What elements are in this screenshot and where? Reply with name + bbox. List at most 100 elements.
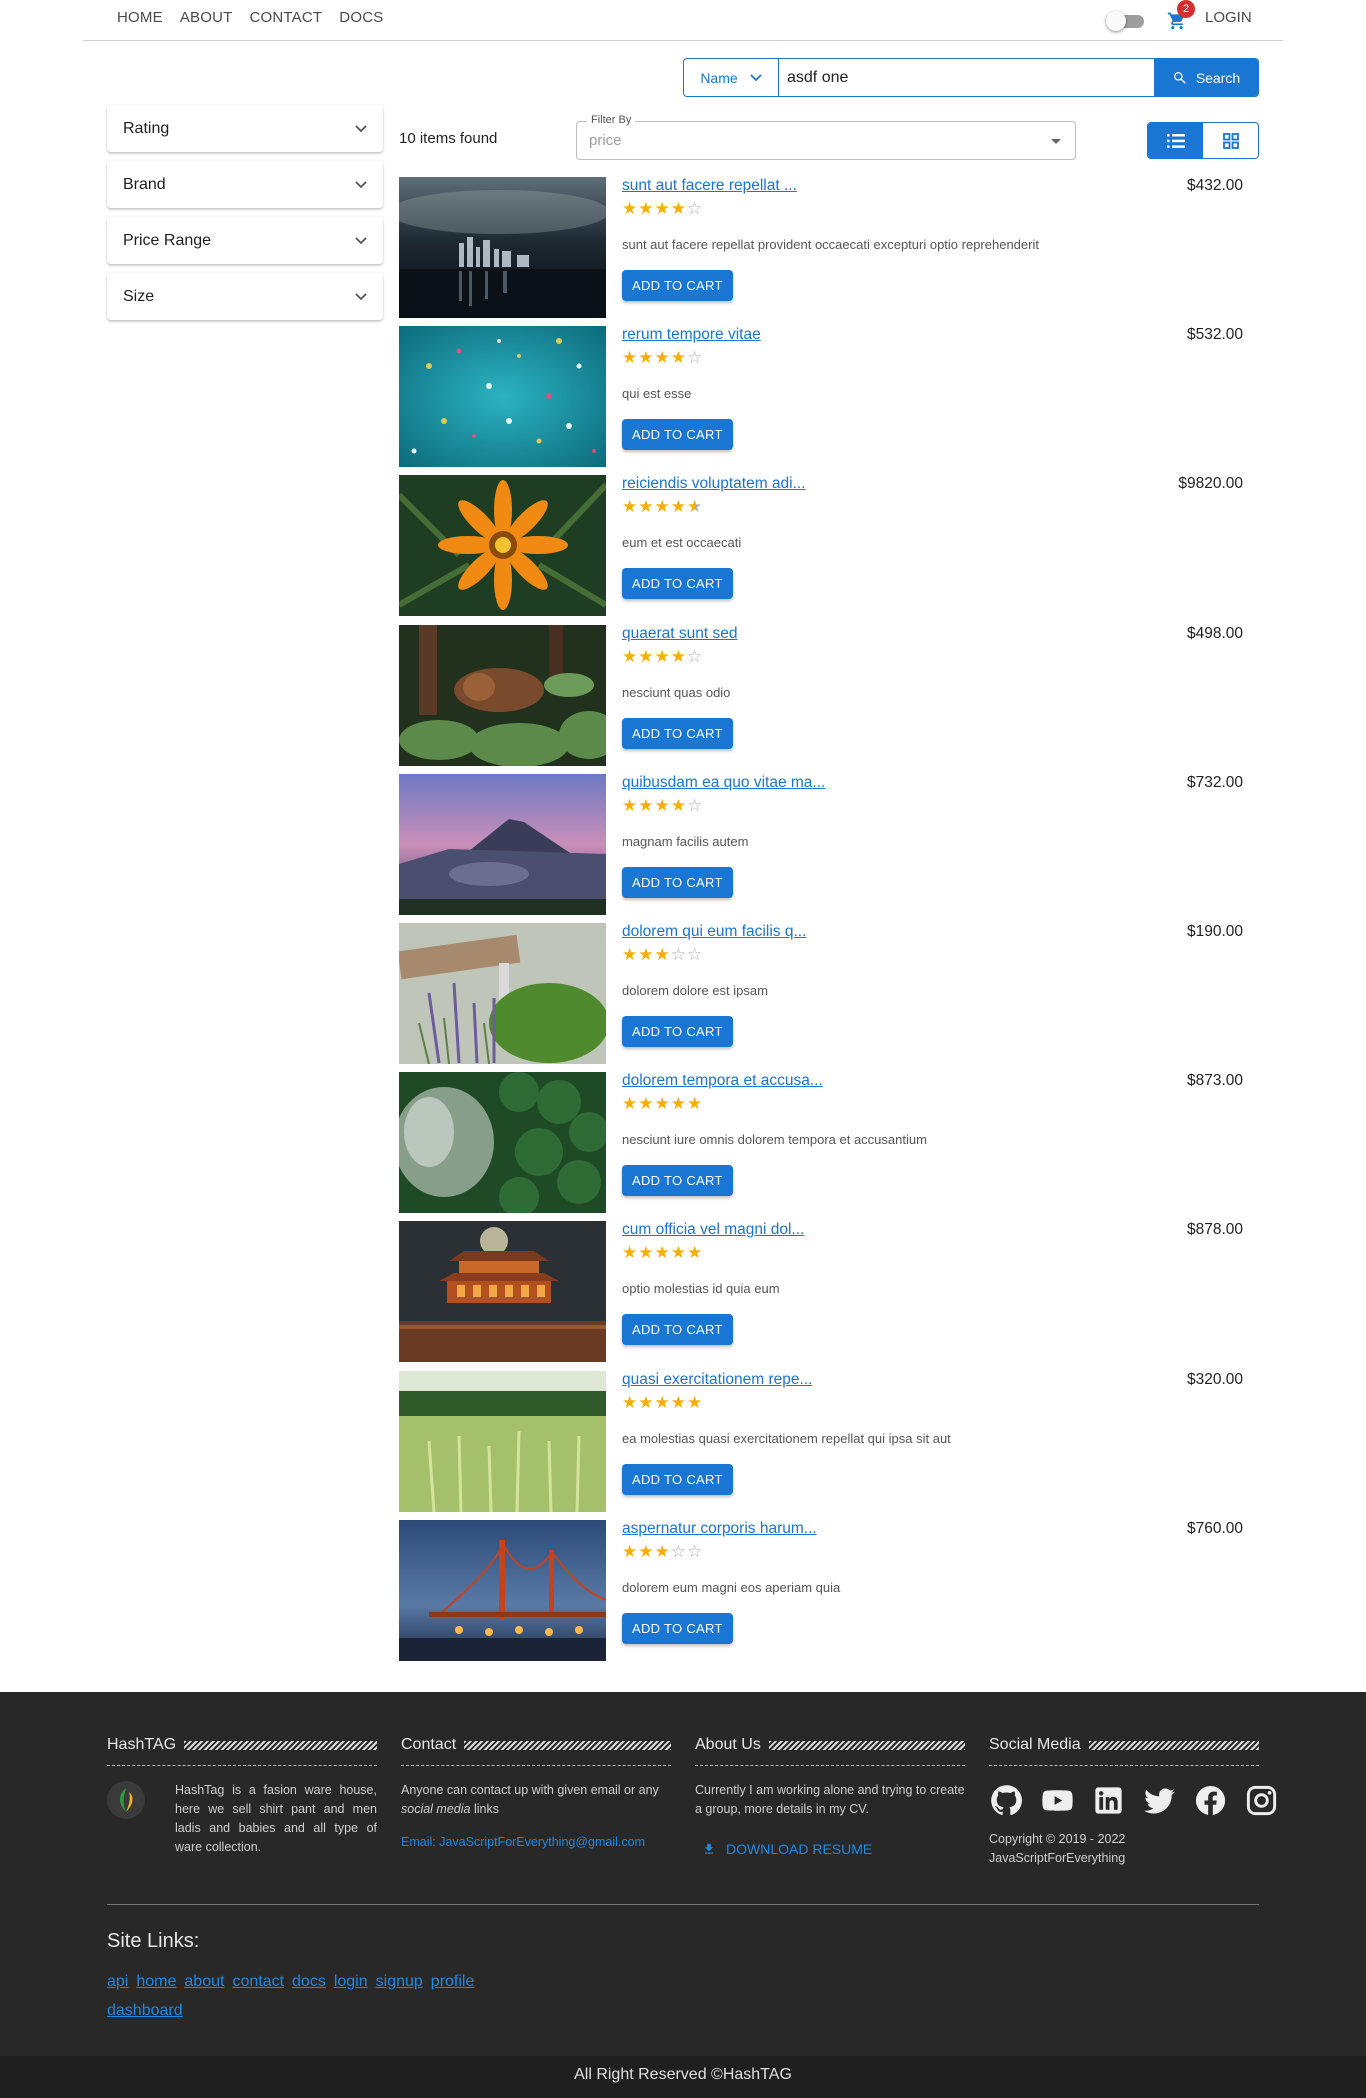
- facebook-icon[interactable]: [1193, 1783, 1228, 1818]
- product-item: reiciendis voluptatem adi... ★★★★★ eum e…: [399, 475, 1243, 624]
- product-title-link[interactable]: quibusdam ea quo vitae ma...: [622, 774, 825, 792]
- contact-text-end: links: [473, 1802, 499, 1816]
- product-image[interactable]: [399, 326, 606, 468]
- filter-price-range-accordion[interactable]: Price Range: [107, 217, 383, 264]
- search-button-label: Search: [1195, 69, 1241, 86]
- site-link-about[interactable]: about: [184, 1973, 224, 1991]
- product-description: magnam facilis autem: [622, 833, 749, 849]
- product-image[interactable]: [399, 1221, 606, 1363]
- site-links: api home about contact docs login signup…: [107, 1973, 507, 2020]
- product-item: sunt aut facere repellat ... ★★★★☆ sunt …: [399, 177, 1243, 326]
- product-price: $498.00: [1186, 624, 1243, 642]
- top-navbar: HOME ABOUT CONTACT DOCS 2 LOGIN: [83, 0, 1283, 41]
- product-image[interactable]: [399, 177, 606, 318]
- search-input[interactable]: [779, 59, 1154, 96]
- list-view-button[interactable]: [1148, 123, 1203, 158]
- filter-by-label: Filter By: [587, 114, 636, 126]
- filter-rating-accordion[interactable]: Rating: [107, 105, 383, 152]
- filter-brand-accordion[interactable]: Brand: [107, 161, 383, 208]
- list-view-icon: [1166, 133, 1185, 148]
- product-image[interactable]: [399, 773, 606, 915]
- product-rating: ★★★★★: [622, 1094, 704, 1114]
- youtube-icon[interactable]: [1040, 1783, 1075, 1818]
- heading-stripe: [768, 1740, 965, 1750]
- add-to-cart-button[interactable]: ADD TO CART: [622, 1463, 733, 1495]
- product-image[interactable]: [399, 475, 606, 617]
- site-link-contact[interactable]: contact: [232, 1973, 284, 1991]
- nav-docs-link[interactable]: DOCS: [339, 9, 383, 26]
- footer-email-link[interactable]: Email: JavaScriptForEverything@gmail.com: [401, 1835, 671, 1849]
- site-link-profile[interactable]: profile: [431, 1973, 475, 1991]
- divider: [989, 1765, 1259, 1766]
- product-price: $9820.00: [1178, 475, 1243, 493]
- divider: [401, 1765, 671, 1766]
- linkedin-icon[interactable]: [1091, 1783, 1126, 1818]
- nav-contact-link[interactable]: CONTACT: [250, 9, 323, 26]
- filter-size-accordion[interactable]: Size: [107, 273, 383, 320]
- product-title-link[interactable]: reiciendis voluptatem adi...: [622, 475, 806, 493]
- site-link-api[interactable]: api: [107, 1973, 128, 1991]
- product-title-link[interactable]: rerum tempore vitae: [622, 326, 761, 344]
- social-icons: [989, 1783, 1277, 1818]
- product-image[interactable]: [399, 922, 606, 1064]
- footer-about-text: Currently I am working alone and trying …: [695, 1783, 965, 1816]
- product-image[interactable]: [399, 1072, 606, 1214]
- nav-about-link[interactable]: ABOUT: [180, 9, 233, 26]
- product-title-link[interactable]: quaerat sunt sed: [622, 625, 737, 643]
- product-title-link[interactable]: dolorem qui eum facilis q...: [622, 923, 806, 941]
- login-button[interactable]: LOGIN: [1205, 9, 1252, 26]
- filter-by-select[interactable]: Filter By price: [576, 114, 1076, 160]
- product-image[interactable]: [399, 1370, 606, 1512]
- add-to-cart-button[interactable]: ADD TO CART: [622, 1165, 733, 1197]
- add-to-cart-button[interactable]: ADD TO CART: [622, 717, 733, 749]
- twitter-icon[interactable]: [1142, 1783, 1177, 1818]
- product-image[interactable]: [399, 624, 606, 766]
- accordion-label: Rating: [123, 119, 170, 137]
- product-title-link[interactable]: dolorem tempora et accusa...: [622, 1072, 823, 1090]
- product-price: $432.00: [1186, 177, 1243, 194]
- product-price: $732.00: [1186, 773, 1243, 791]
- product-description: dolorem eum magni eos aperiam quia: [622, 1579, 841, 1595]
- nav-home-link[interactable]: HOME: [117, 9, 163, 26]
- grid-view-icon: [1222, 132, 1239, 149]
- heading-stripe: [464, 1740, 671, 1750]
- site-link-docs[interactable]: docs: [292, 1973, 326, 1991]
- copyright-years: Copyright © 2019 - 2022: [989, 1832, 1126, 1846]
- site-link-login[interactable]: login: [334, 1973, 368, 1991]
- search-button[interactable]: Search: [1154, 59, 1258, 96]
- add-to-cart-button[interactable]: ADD TO CART: [622, 568, 733, 600]
- theme-toggle-switch[interactable]: [1106, 11, 1144, 31]
- footer-social-column: Social Media Copyright © 2019 - 2022 Jav…: [989, 1736, 1277, 1868]
- divider: [107, 1765, 377, 1766]
- add-to-cart-button[interactable]: ADD TO CART: [622, 1314, 733, 1346]
- product-title-link[interactable]: aspernatur corporis harum...: [622, 1520, 817, 1538]
- add-to-cart-button[interactable]: ADD TO CART: [622, 866, 733, 898]
- search-type-select[interactable]: Name: [684, 59, 779, 96]
- product-rating: ★★★★☆: [622, 646, 704, 666]
- product-rating: ★★★★★: [622, 1392, 704, 1412]
- add-to-cart-button[interactable]: ADD TO CART: [622, 419, 733, 451]
- cart-button[interactable]: 2: [1163, 0, 1195, 34]
- heading-text: Contact: [401, 1736, 457, 1753]
- grid-view-button[interactable]: [1203, 123, 1258, 158]
- product-title-link[interactable]: cum officia vel magni dol...: [622, 1221, 804, 1239]
- site-link-home[interactable]: home: [136, 1973, 176, 1991]
- instagram-icon[interactable]: [1244, 1783, 1279, 1818]
- search-icon: [1173, 71, 1186, 84]
- accordion-label: Brand: [123, 175, 166, 193]
- product-price: $190.00: [1186, 922, 1243, 940]
- download-icon: [704, 1843, 714, 1854]
- accordion-label: Price Range: [123, 231, 212, 249]
- add-to-cart-button[interactable]: ADD TO CART: [622, 1015, 733, 1047]
- product-title-link[interactable]: quasi exercitationem repe...: [622, 1371, 812, 1389]
- download-resume-button[interactable]: DOWNLOAD RESUME: [702, 1841, 965, 1857]
- product-item: cum officia vel magni dol... ★★★★★ optio…: [399, 1221, 1243, 1370]
- github-icon[interactable]: [989, 1783, 1024, 1818]
- site-link-signup[interactable]: signup: [376, 1973, 423, 1991]
- product-title-link[interactable]: sunt aut facere repellat ...: [622, 177, 797, 195]
- product-rating: ★★★★☆: [622, 199, 704, 218]
- add-to-cart-button[interactable]: ADD TO CART: [622, 1612, 733, 1644]
- product-image[interactable]: [399, 1519, 606, 1661]
- add-to-cart-button[interactable]: ADD TO CART: [622, 270, 733, 301]
- site-link-dashboard[interactable]: dashboard: [107, 2002, 183, 2020]
